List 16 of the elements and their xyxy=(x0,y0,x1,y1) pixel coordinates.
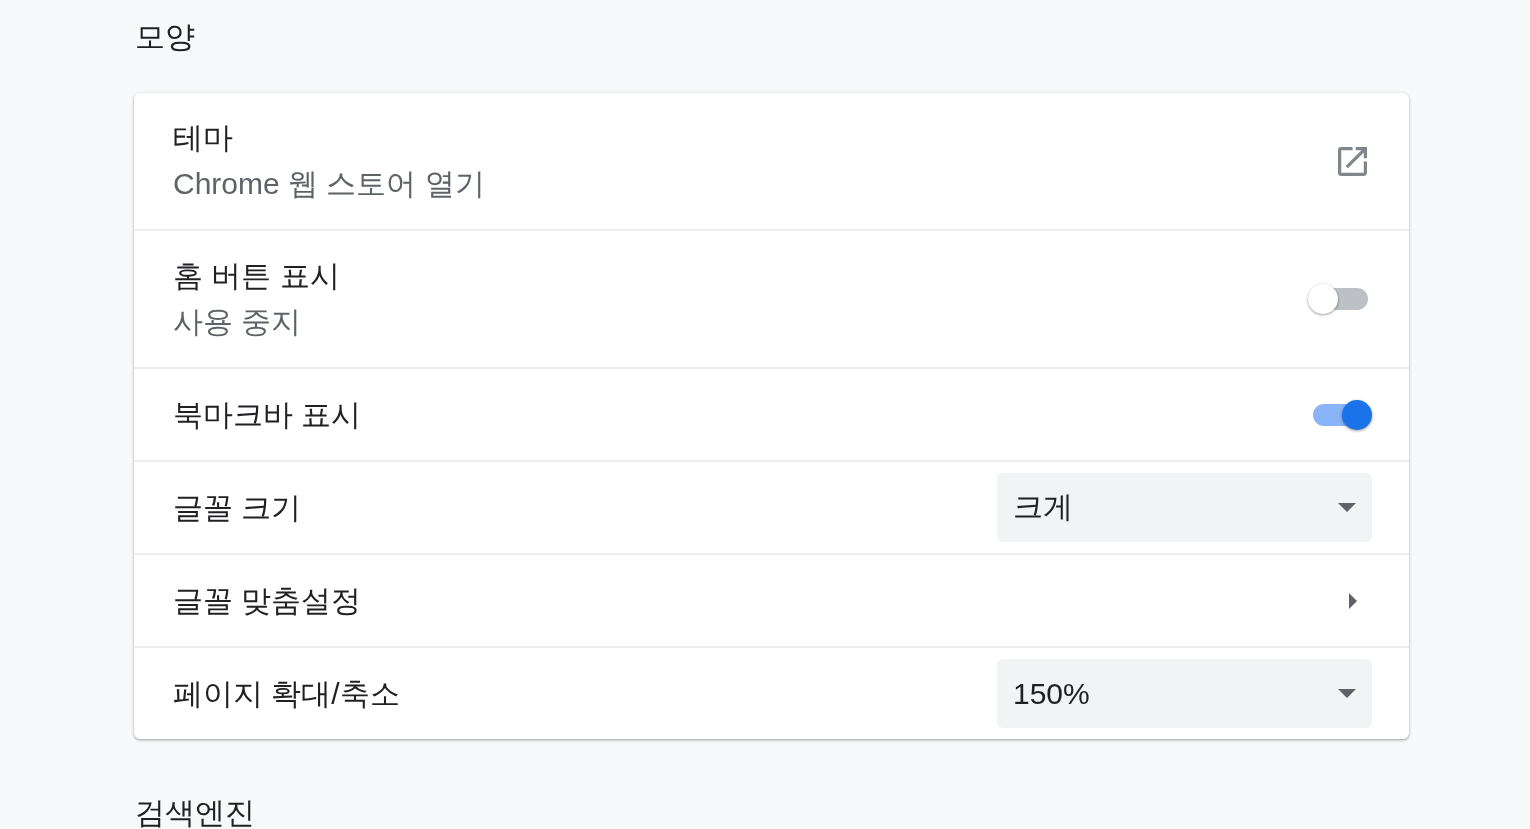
setting-label: 홈 버튼 표시 xyxy=(173,258,340,294)
setting-description: 사용 중지 xyxy=(173,304,303,340)
dropdown[interactable]: 150% xyxy=(997,659,1372,728)
dropdown[interactable]: 크게 xyxy=(997,473,1372,542)
setting-label: 글꼴 크기 xyxy=(173,489,302,526)
caret-down-icon xyxy=(1338,503,1356,512)
setting-label: 북마크바 표시 xyxy=(173,396,362,433)
section-heading: 모양 xyxy=(134,19,196,55)
external-link-icon[interactable] xyxy=(1338,146,1367,176)
section-heading: 검색엔진 xyxy=(134,796,256,829)
setting-description: Chrome 웹 스토어 열기 xyxy=(173,166,485,202)
caret-right-icon[interactable] xyxy=(1349,592,1357,609)
setting-label: 글꼴 맞춤설정 xyxy=(173,582,362,619)
setting-label: 페이지 확대/축소 xyxy=(173,675,400,712)
setting-label: 테마 xyxy=(173,120,234,156)
caret-down-icon xyxy=(1338,689,1356,698)
